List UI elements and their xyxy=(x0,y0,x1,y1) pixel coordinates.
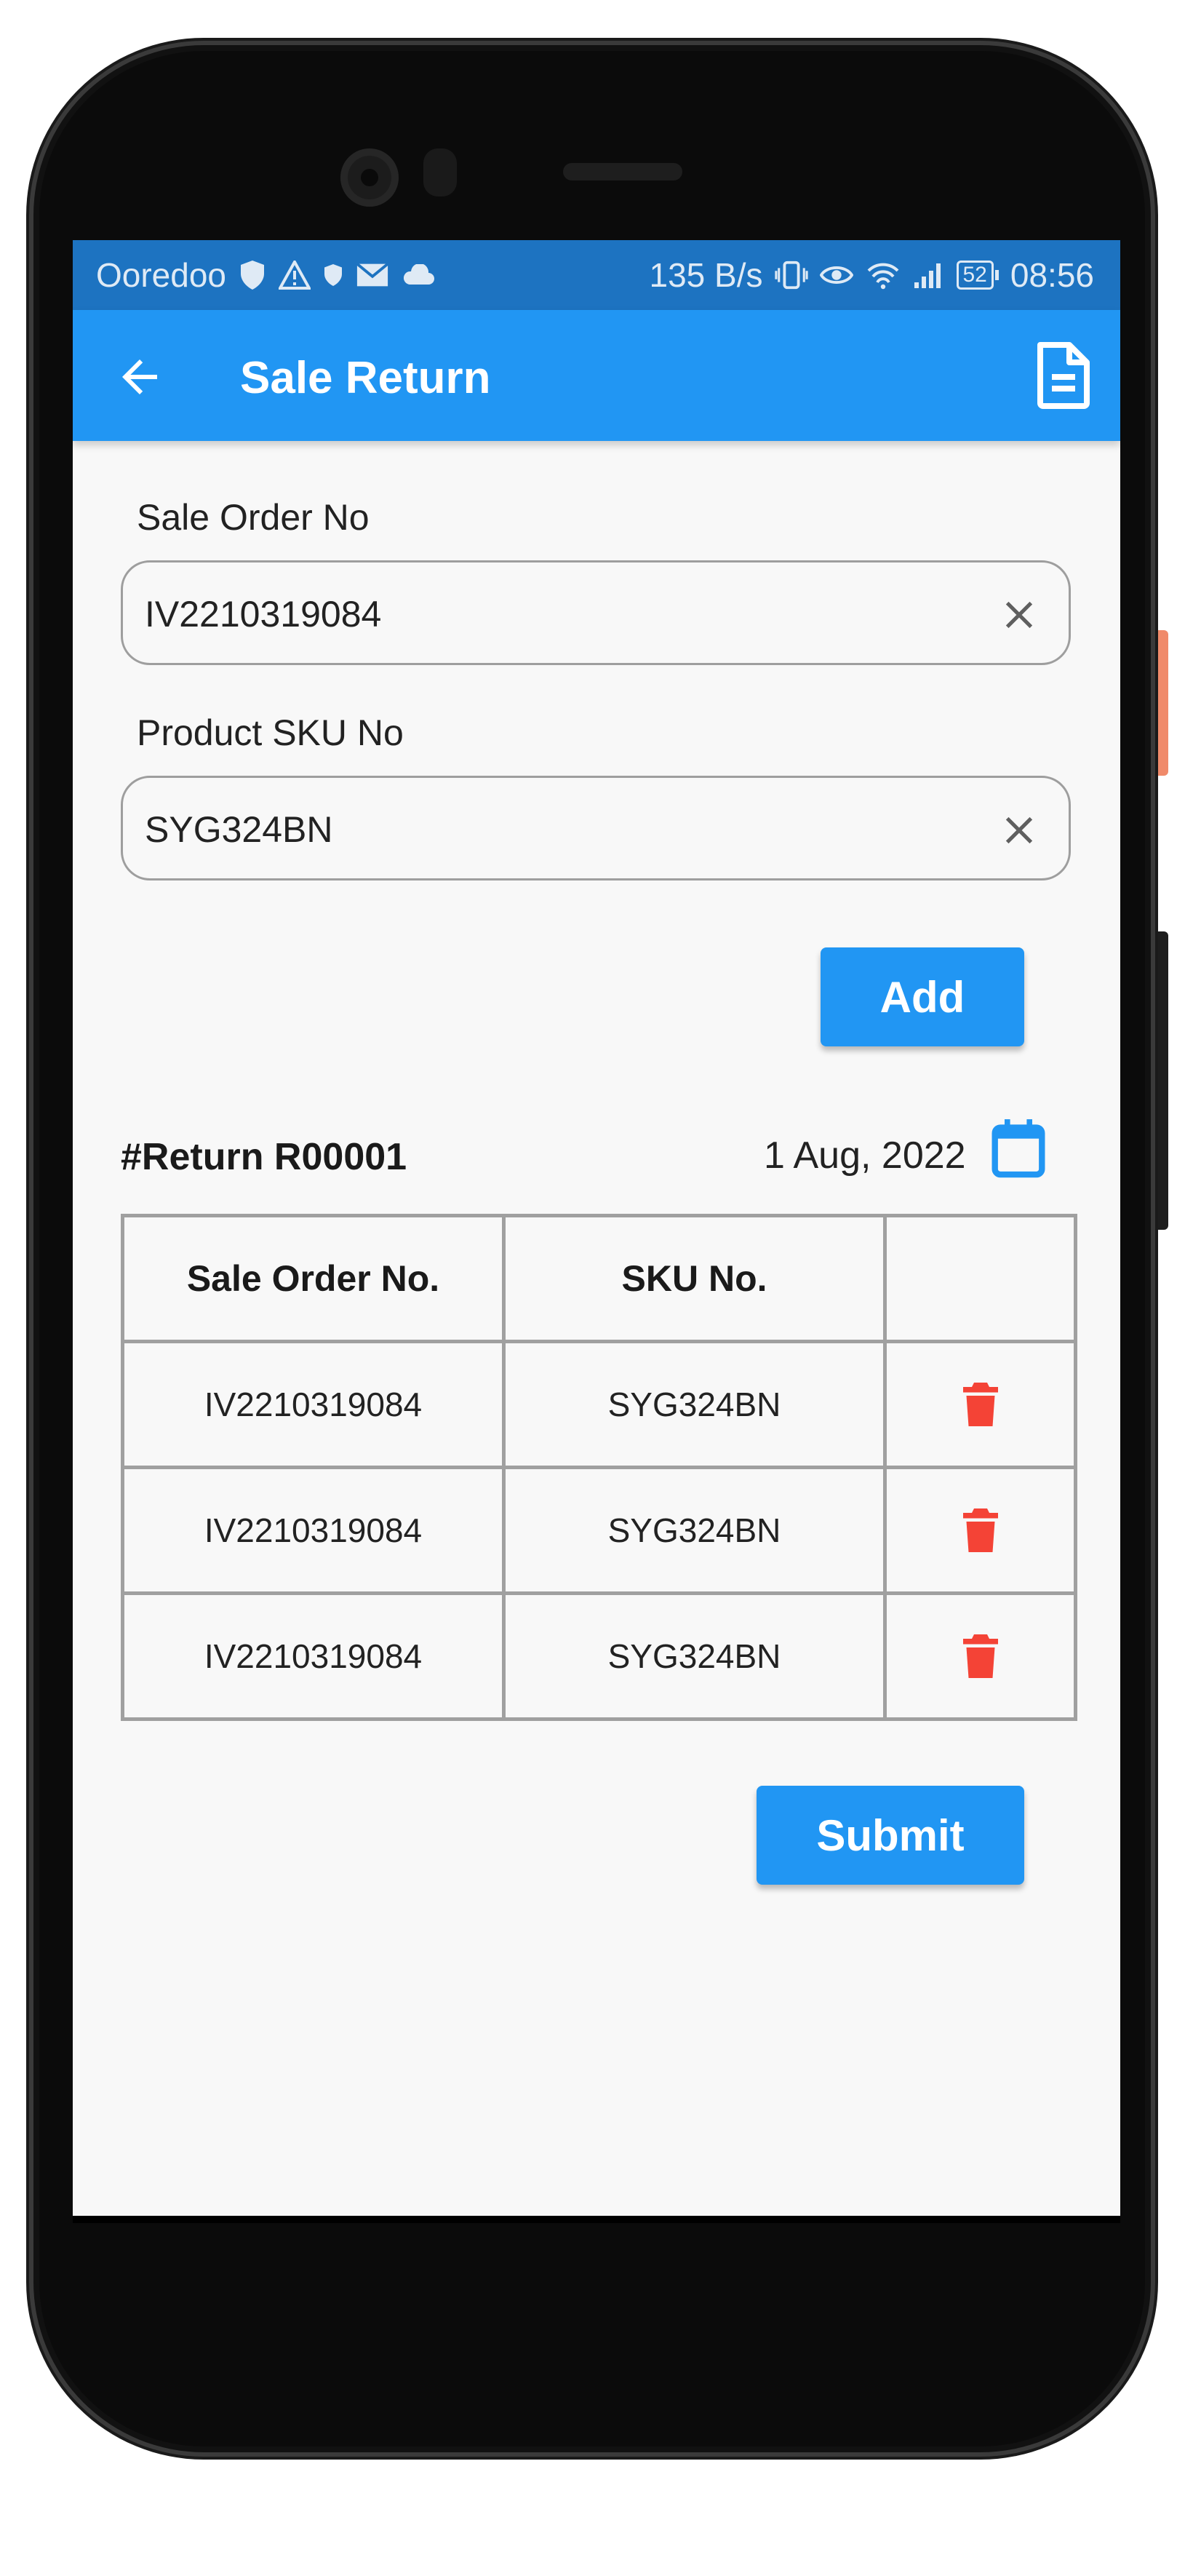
earpiece-speaker xyxy=(563,163,682,180)
delete-cell xyxy=(883,1466,1077,1595)
return-items-table: Sale Order No. SKU No. IV2210319084 SYG3… xyxy=(121,1214,1077,1721)
cell-sku: SYG324BN xyxy=(502,1591,887,1721)
proximity-sensor xyxy=(423,148,457,196)
mail-icon xyxy=(356,263,389,287)
add-button[interactable]: Add xyxy=(821,947,1024,1046)
signal-icon xyxy=(914,263,941,288)
wifi-icon xyxy=(867,263,898,290)
status-bar: Ooredoo 135 B/s 52 08:56 xyxy=(73,240,1120,310)
calendar-icon[interactable] xyxy=(991,1118,1046,1179)
cell-sale-order: IV2210319084 xyxy=(121,1340,506,1469)
security-shield-icon xyxy=(241,261,265,290)
document-icon[interactable] xyxy=(1034,342,1093,409)
delete-cell xyxy=(883,1591,1077,1721)
sale-order-label: Sale Order No xyxy=(137,497,370,538)
app-bar: Sale Return xyxy=(73,310,1120,441)
network-speed: 135 B/s xyxy=(649,256,763,294)
table-row: IV2210319084 SYG324BN xyxy=(121,1591,1077,1721)
header-sale-order: Sale Order No. xyxy=(121,1214,506,1343)
table-row: IV2210319084 SYG324BN xyxy=(121,1340,1077,1469)
cell-sale-order: IV2210319084 xyxy=(121,1591,506,1721)
sku-label: Product SKU No xyxy=(137,712,404,753)
return-date: 1 Aug, 2022 xyxy=(764,1134,966,1177)
cell-sku: SYG324BN xyxy=(502,1466,887,1595)
eye-icon xyxy=(819,266,853,284)
sale-order-value: IV2210319084 xyxy=(145,594,382,635)
power-button xyxy=(1155,931,1168,1230)
sku-value: SYG324BN xyxy=(145,809,333,850)
sale-order-field[interactable]: IV2210319084 xyxy=(121,560,1071,665)
system-nav-bar xyxy=(73,2216,1120,2223)
vpn-shield-icon xyxy=(324,264,343,286)
volume-button xyxy=(1155,630,1168,776)
vibrate-icon xyxy=(774,261,808,290)
delete-icon[interactable] xyxy=(961,1506,1000,1554)
carrier-name: Ooredoo xyxy=(96,256,227,294)
clear-sale-order-icon[interactable] xyxy=(999,595,1040,635)
table-header-row: Sale Order No. SKU No. xyxy=(121,1214,1077,1343)
warning-icon xyxy=(279,261,311,290)
cloud-icon xyxy=(404,264,434,285)
front-camera xyxy=(340,148,399,207)
back-arrow-icon[interactable] xyxy=(113,351,166,403)
clear-sku-icon[interactable] xyxy=(999,810,1040,851)
sku-field[interactable]: SYG324BN xyxy=(121,776,1071,880)
clock: 08:56 xyxy=(1010,256,1094,294)
submit-button[interactable]: Submit xyxy=(757,1786,1024,1885)
cell-sale-order: IV2210319084 xyxy=(121,1466,506,1595)
battery-icon: 52 xyxy=(956,261,999,290)
battery-level: 52 xyxy=(956,261,994,290)
app-screen: Ooredoo 135 B/s 52 08:56 Sale Return Sal… xyxy=(73,240,1120,2223)
cell-sku: SYG324BN xyxy=(502,1340,887,1469)
return-number: #Return R00001 xyxy=(121,1136,407,1178)
header-sku: SKU No. xyxy=(502,1214,887,1343)
page-title: Sale Return xyxy=(240,353,491,403)
delete-cell xyxy=(883,1340,1077,1469)
delete-icon[interactable] xyxy=(961,1380,1000,1428)
table-row: IV2210319084 SYG324BN xyxy=(121,1466,1077,1595)
header-actions xyxy=(883,1214,1077,1343)
delete-icon[interactable] xyxy=(961,1632,1000,1680)
